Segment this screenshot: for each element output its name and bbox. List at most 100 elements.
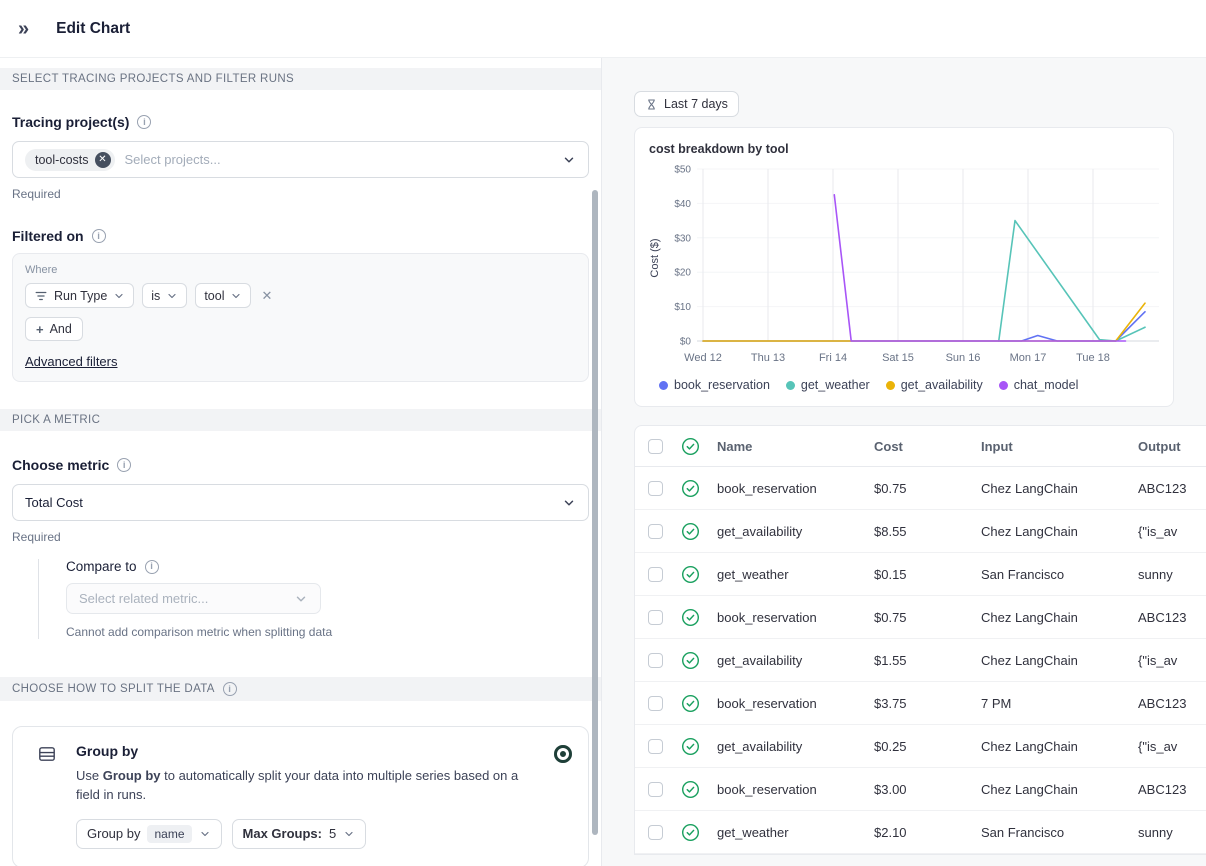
max-groups-label: Max Groups: [242, 826, 322, 842]
group-by-card[interactable]: Group by Use Group by to automatically s… [12, 726, 589, 866]
row-checkbox[interactable] [648, 738, 663, 754]
group-by-content: Group by Use Group by to automatically s… [76, 743, 528, 849]
legend-dot [785, 380, 795, 390]
where-label: Where [25, 264, 58, 276]
remove-project-icon[interactable] [94, 151, 111, 168]
filter-operator-value: is [151, 288, 161, 303]
project-chip-label: tool-costs [35, 152, 89, 167]
filter-lines-icon [35, 291, 47, 300]
info-icon[interactable] [91, 229, 106, 243]
table-row[interactable]: get_weather $2.10 San Francisco sunny [635, 811, 1206, 854]
table-row[interactable]: get_availability $0.25 Chez LangChain {"is_… [635, 725, 1206, 768]
remove-filter-icon[interactable] [259, 288, 274, 304]
desc-bold: Group by [102, 768, 161, 783]
legend-item[interactable]: book_reservation [659, 378, 770, 392]
success-status-icon [681, 780, 700, 799]
info-icon[interactable] [137, 115, 152, 129]
table-row[interactable]: get_availability $8.55 Chez LangChain {"is_… [635, 510, 1206, 553]
cell-input: Chez LangChain [981, 652, 1078, 668]
legend-item[interactable]: get_availability [885, 378, 983, 392]
info-icon[interactable] [144, 559, 159, 574]
cell-name: book_reservation [717, 609, 817, 625]
group-by-title: Group by [76, 743, 139, 759]
choose-metric-label-text: Choose metric [12, 457, 110, 473]
table-row[interactable]: book_reservation $3.75 7 PM ABC123 [635, 682, 1206, 725]
chart-card: cost breakdown by tool $0 $10 $20 $30 $40 $50… [634, 127, 1174, 407]
row-checkbox[interactable] [648, 523, 663, 539]
projects-placeholder: Select projects... [124, 152, 221, 167]
select-all-checkbox[interactable] [648, 438, 663, 454]
filter-operator-dropdown[interactable]: is [142, 283, 188, 308]
legend-dot [659, 380, 668, 390]
time-range-chip[interactable]: Last 7 days [634, 91, 739, 117]
svg-text:Fri 14: Fri 14 [819, 352, 847, 364]
row-checkbox[interactable] [648, 652, 663, 668]
cell-input: Chez LangChain [981, 523, 1078, 539]
max-groups-button[interactable]: Max Groups: 5 [231, 818, 367, 849]
filter-box: Where Run Type is tool ✕ + And Advanced … [12, 253, 589, 382]
cell-input: San Francisco [981, 824, 1065, 840]
table-row[interactable]: get_availability $1.55 Chez LangChain {"is_… [635, 639, 1206, 682]
info-icon[interactable] [222, 682, 237, 696]
table-row[interactable]: book_reservation $3.00 Chez LangChain ABC12… [635, 768, 1206, 811]
col-cost[interactable]: Cost [874, 439, 981, 454]
group-by-radio-selected[interactable] [554, 745, 572, 763]
compare-metric-placeholder: Select related metric... [79, 591, 209, 606]
success-status-icon [681, 608, 700, 627]
legend-item[interactable]: get_weather [785, 378, 870, 392]
legend-dot [998, 380, 1008, 390]
table-row[interactable]: get_weather $0.15 San Francisco sunny [635, 553, 1206, 596]
group-by-icon [39, 747, 55, 761]
left-panel-scrollbar[interactable] [592, 190, 598, 835]
row-checkbox[interactable] [648, 824, 663, 840]
filter-value-text: tool [204, 288, 225, 303]
cell-input: San Francisco [981, 566, 1065, 582]
cell-name: book_reservation [717, 695, 817, 711]
cell-cost: $1.55 [874, 652, 907, 668]
filter-row: Run Type is tool [25, 283, 576, 308]
legend-dot [885, 380, 895, 390]
chevron-down-icon [168, 293, 176, 298]
projects-select[interactable]: tool-costs Select projects... [12, 141, 589, 178]
group-by-button-label: Group by [87, 826, 141, 842]
row-checkbox[interactable] [648, 781, 663, 797]
legend-label: book_reservation [674, 378, 770, 392]
metric-select[interactable]: Total Cost [12, 484, 589, 521]
info-icon[interactable] [117, 458, 132, 472]
cell-cost: $8.55 [874, 523, 907, 539]
chevron-down-icon [564, 500, 574, 505]
filter-field-dropdown[interactable]: Run Type [25, 283, 135, 308]
section-header-label: PICK A METRIC [12, 414, 101, 426]
chevron-down-icon [345, 831, 353, 836]
col-name[interactable]: Name [717, 439, 874, 454]
col-input[interactable]: Input [981, 439, 1138, 454]
cell-name: book_reservation [717, 781, 817, 797]
chevron-down-icon [115, 293, 123, 298]
row-checkbox[interactable] [648, 480, 663, 496]
metric-select-value: Total Cost [25, 495, 83, 510]
filter-field-value: Run Type [54, 288, 108, 303]
filter-value-dropdown[interactable]: tool [195, 283, 252, 308]
cost-chart: $0 $10 $20 $30 $40 $50 Wed 12 Thu 13 Fri 14 Sat 1… [649, 165, 1159, 364]
row-checkbox[interactable] [648, 695, 663, 711]
cell-output: ABC123 [1138, 480, 1187, 496]
table-row[interactable]: book_reservation $0.75 Chez LangChain ABC12… [635, 596, 1206, 639]
chevrons-right-icon[interactable]: » [18, 19, 29, 39]
col-output[interactable]: Output [1138, 439, 1206, 454]
cell-cost: $3.00 [874, 781, 907, 797]
row-checkbox[interactable] [648, 609, 663, 625]
compare-metric-select[interactable]: Select related metric... [66, 583, 321, 614]
hourglass-icon [648, 99, 655, 109]
success-status-icon [681, 823, 700, 842]
section-header-label: SELECT TRACING PROJECTS AND FILTER RUNS [12, 73, 295, 85]
table-row[interactable]: book_reservation $0.75 Chez LangChain ABC12… [635, 467, 1206, 510]
group-by-field-button[interactable]: Group by name [76, 818, 222, 849]
projects-section: Tracing project(s) tool-costs Select pro… [0, 114, 601, 382]
svg-text:$10: $10 [674, 302, 691, 313]
add-and-filter-button[interactable]: And [25, 317, 83, 341]
row-checkbox[interactable] [648, 566, 663, 582]
success-status-icon [681, 565, 700, 584]
cell-name: book_reservation [717, 480, 817, 496]
legend-item[interactable]: chat_model [998, 378, 1078, 392]
advanced-filters-link[interactable]: Advanced filters [25, 354, 118, 369]
